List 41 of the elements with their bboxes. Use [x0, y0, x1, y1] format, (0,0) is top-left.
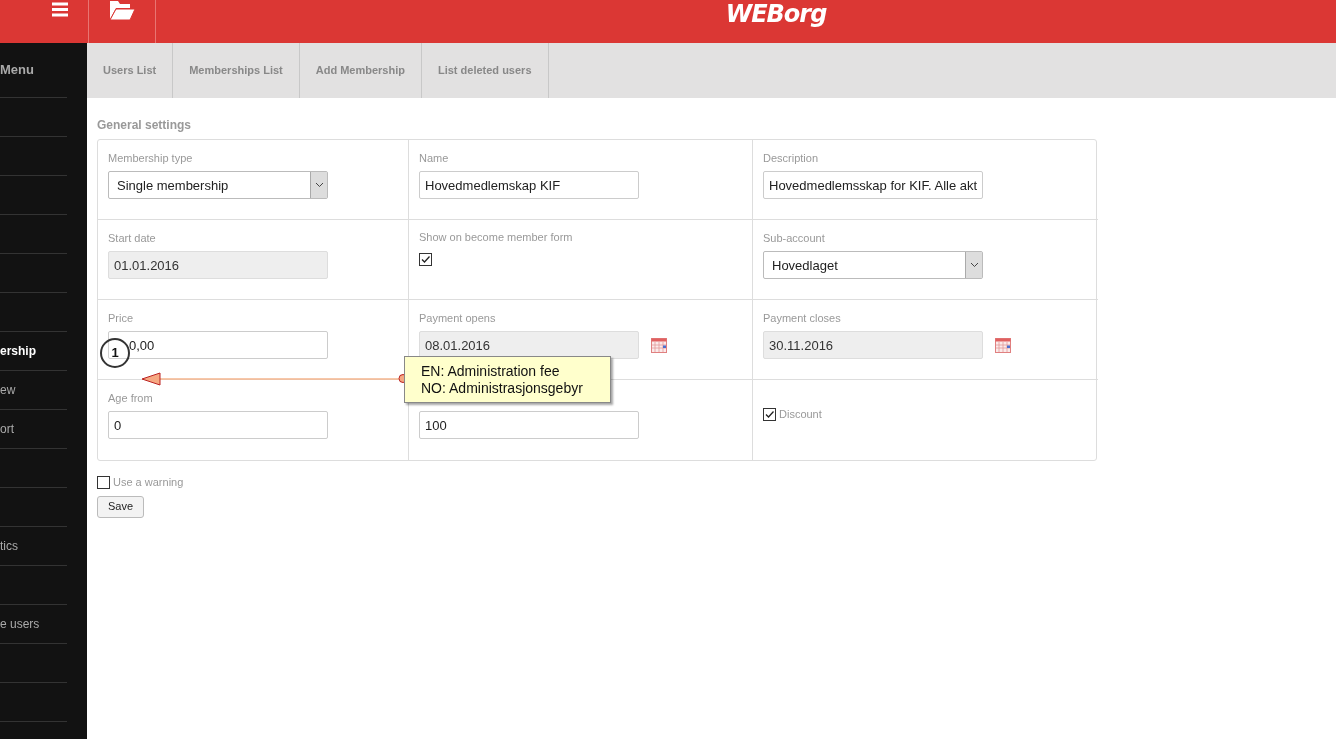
sidebar-item[interactable]: ew [0, 371, 67, 410]
select-field[interactable]: Hovedlaget [763, 251, 983, 279]
input-field[interactable]: Hovedmedlemsskap for KIF. Alle akt [763, 171, 983, 199]
callout-text: NO: Administrasjonsgebyr [421, 379, 584, 397]
caret-icon [314, 182, 324, 188]
checkbox[interactable] [763, 408, 776, 421]
field-label: Membership type [108, 152, 194, 165]
logo: WEBorg [725, 0, 827, 30]
input-field[interactable]: 100 [419, 411, 639, 439]
save-button[interactable]: Save [97, 495, 144, 518]
field-label: Price [108, 312, 135, 325]
field-label: Start date [108, 232, 157, 245]
field-label: Name [419, 152, 450, 165]
caret-icon [969, 262, 979, 268]
field-label: Payment closes [763, 312, 842, 325]
sidebar-title: Menu [0, 61, 34, 80]
step-marker: 1 [100, 338, 130, 368]
date-field[interactable]: 08.01.2016 [419, 331, 639, 359]
select-field[interactable]: Single membership [108, 171, 328, 199]
date-field[interactable]: 01.01.2016 [108, 251, 328, 279]
checkbox-label: Use a warning [113, 475, 184, 490]
field-label: Sub-account [763, 232, 826, 245]
field-label: Show on become member form [419, 232, 574, 243]
sidebar-item[interactable]: ort [0, 410, 67, 449]
calendar-icon[interactable] [651, 337, 667, 353]
checkbox-label: Discount [779, 409, 822, 420]
checkbox[interactable] [419, 253, 432, 266]
sidebar-item[interactable]: ership [0, 332, 67, 371]
callout-text: EN: Administration fee [421, 362, 561, 380]
sidebar-item[interactable]: e users [0, 605, 67, 644]
input-field[interactable]: Hovedmedlemskap KIF [419, 171, 639, 199]
sidebar-item[interactable]: tics [0, 527, 67, 566]
date-field[interactable]: 30.11.2016 [763, 331, 983, 359]
field-label: Description [763, 152, 820, 165]
calendar-icon[interactable] [995, 337, 1011, 353]
checkbox[interactable] [97, 475, 110, 489]
field-label: Payment opens [419, 312, 497, 325]
menu-icon [52, 2, 68, 17]
field-label: Age from [108, 392, 154, 405]
input-field[interactable]: 0 [108, 411, 328, 439]
section-title: General settings [97, 118, 193, 132]
